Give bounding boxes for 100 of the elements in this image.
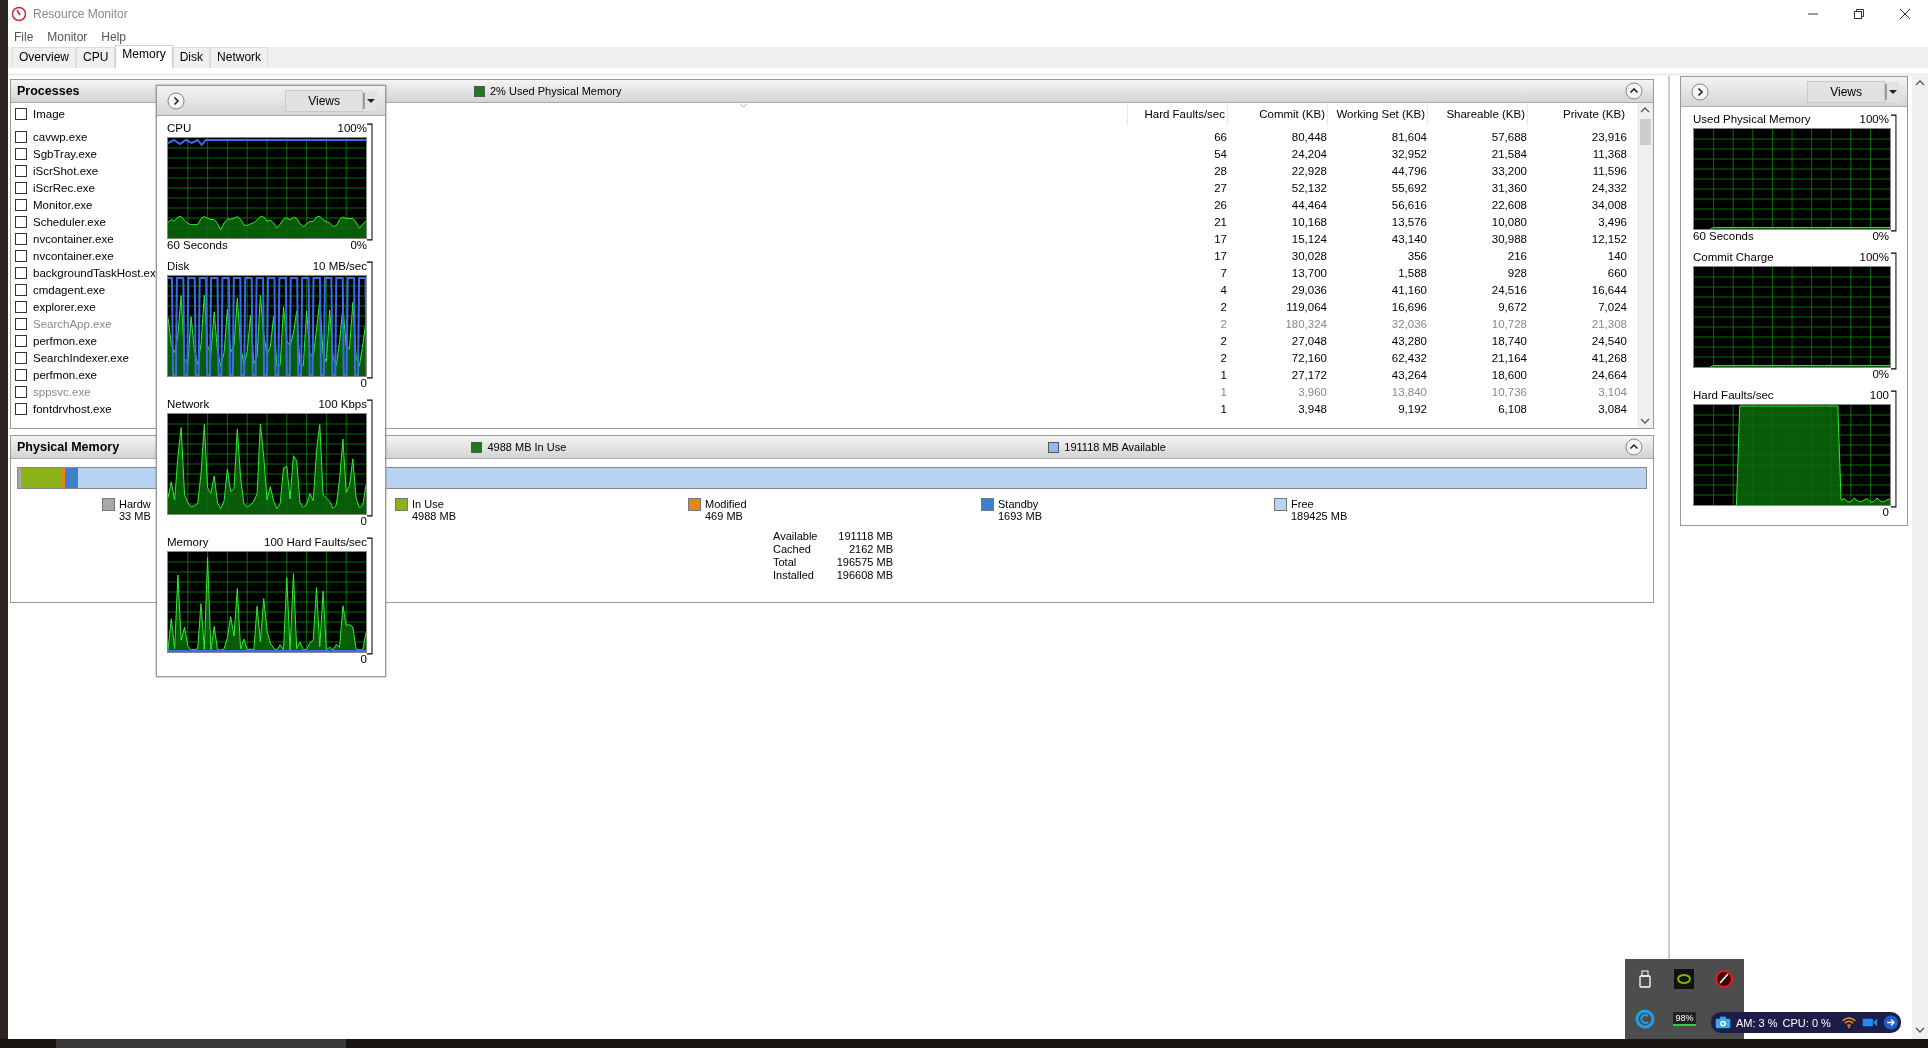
table-cell-text: 43,280: [1390, 334, 1427, 347]
expand-icon[interactable]: [167, 91, 185, 110]
column-header[interactable]: Private (KB): [1527, 103, 1627, 125]
table-cell-text: 216: [1506, 249, 1527, 262]
wifi-icon[interactable]: [1841, 1015, 1857, 1030]
shield-icon[interactable]: [1634, 1009, 1655, 1029]
table-cell-text: 10,736: [1490, 385, 1527, 398]
table-cell-text: 32,952: [1390, 147, 1427, 160]
checkbox[interactable]: [15, 300, 27, 313]
checkbox[interactable]: [15, 215, 27, 228]
table-cell-text: 21,584: [1490, 147, 1527, 160]
table-cell-text: 17: [1213, 232, 1227, 245]
tab[interactable]: Network: [210, 47, 269, 68]
table-cell-text: 28: [1213, 164, 1227, 177]
graph-min: 0%: [350, 239, 367, 253]
table-cell-text: 23,916: [1590, 130, 1627, 143]
table-cell-text: 1: [1219, 402, 1227, 415]
stat-label: Total: [773, 556, 798, 569]
table-cell-text: 26: [1213, 198, 1227, 211]
views-button[interactable]: Views: [1807, 80, 1885, 103]
table-cell-text: 21: [1213, 215, 1227, 228]
gpu-icon[interactable]: [1674, 969, 1695, 989]
checkbox[interactable]: [15, 249, 27, 262]
checkbox[interactable]: [15, 402, 27, 415]
table-cell-text: 41,160: [1390, 283, 1427, 296]
dropdown-icon[interactable]: [363, 90, 377, 111]
table-cell: explorer.exe: [33, 300, 96, 313]
menu-item[interactable]: Monitor: [47, 30, 88, 44]
checkbox[interactable]: [15, 334, 27, 347]
table-cell-text: 9,672: [1497, 300, 1527, 313]
graph-min: 0: [1882, 506, 1889, 520]
collapse-icon[interactable]: [1625, 82, 1643, 100]
tab[interactable]: CPU: [76, 47, 116, 68]
stat-value: 196575 MB: [835, 556, 893, 569]
restore-icon[interactable]: [1854, 8, 1864, 19]
checkbox[interactable]: [15, 317, 27, 330]
column-header[interactable]: Working Set (KB): [1327, 103, 1427, 125]
checkbox[interactable]: [15, 232, 27, 245]
battery-meter[interactable]: 98%: [1673, 1012, 1696, 1026]
scrollbar[interactable]: [1637, 103, 1653, 428]
section-title: Processes: [17, 84, 81, 98]
column-header[interactable]: Image: [33, 108, 65, 120]
table-cell: iScrShot.exe: [33, 164, 99, 177]
legend-label: Modified: [705, 498, 747, 510]
table-cell-text: 10,168: [1290, 215, 1327, 228]
table-cell-text: 2: [1219, 300, 1227, 313]
checkbox[interactable]: [15, 385, 27, 398]
checkbox[interactable]: [15, 108, 27, 120]
checkbox[interactable]: [15, 368, 27, 381]
table-cell-text: 13,840: [1390, 385, 1427, 398]
tab[interactable]: Overview: [12, 47, 76, 68]
legend-label: Free: [1291, 498, 1315, 510]
table-cell-text: 3,084: [1597, 402, 1627, 415]
tab[interactable]: Memory: [115, 45, 173, 68]
sort-icon: [739, 103, 748, 108]
table-cell-text: 6,108: [1497, 402, 1527, 415]
legend-value: 4988 MB: [412, 510, 457, 522]
checkbox[interactable]: [15, 130, 27, 143]
readout: CPU: 0 %: [1782, 1016, 1831, 1029]
table-cell-text: 2: [1219, 334, 1227, 347]
legend-label: 191118 MB Available: [1064, 441, 1166, 453]
scroll-up-icon[interactable]: [1640, 107, 1650, 113]
table-cell-text: 21,164: [1490, 351, 1527, 364]
checkbox[interactable]: [15, 198, 27, 211]
table-cell-text: 24,664: [1590, 368, 1627, 381]
checkbox[interactable]: [15, 147, 27, 160]
table-cell-text: 140: [1606, 249, 1627, 262]
checkbox[interactable]: [15, 351, 27, 364]
gauge-icon[interactable]: [1714, 969, 1735, 989]
menu-item[interactable]: Help: [101, 30, 127, 44]
column-header[interactable]: Shareable (KB): [1427, 103, 1527, 125]
checkbox[interactable]: [15, 283, 27, 296]
collapse-icon[interactable]: [1625, 438, 1643, 456]
graph-max: 100 Kbps: [318, 398, 367, 412]
table-cell-text: 1: [1219, 385, 1227, 398]
column-header[interactable]: Hard Faults/sec: [1127, 103, 1227, 125]
table-cell-text: 15,124: [1290, 232, 1327, 245]
table-cell-text: 54: [1213, 147, 1227, 160]
dropdown-icon[interactable]: [1885, 81, 1899, 102]
views-button[interactable]: Views: [285, 89, 363, 112]
scroll-thumb[interactable]: [1639, 119, 1651, 145]
checkbox[interactable]: [15, 266, 27, 279]
table-cell-text: 928: [1506, 266, 1527, 279]
stat-label: Cached: [773, 543, 812, 556]
table-cell-text: 3,104: [1597, 385, 1627, 398]
scrollbar[interactable]: [1912, 76, 1928, 1039]
expand-icon[interactable]: [1691, 82, 1709, 101]
checkbox[interactable]: [15, 164, 27, 177]
close-icon[interactable]: [1900, 8, 1910, 19]
camera-icon[interactable]: [1715, 1015, 1731, 1030]
column-header[interactable]: Commit (KB): [1227, 103, 1327, 125]
scroll-down-icon[interactable]: [1640, 418, 1650, 424]
stat-label: Installed: [773, 569, 815, 582]
tab[interactable]: Disk: [172, 47, 211, 68]
scroll-down-icon[interactable]: [1915, 1027, 1925, 1033]
table-cell: fontdrvhost.exe: [33, 402, 112, 415]
scroll-up-icon[interactable]: [1915, 80, 1925, 86]
table-cell-text: 17: [1213, 249, 1227, 262]
menu-item[interactable]: File: [14, 30, 34, 44]
checkbox[interactable]: [15, 181, 27, 194]
